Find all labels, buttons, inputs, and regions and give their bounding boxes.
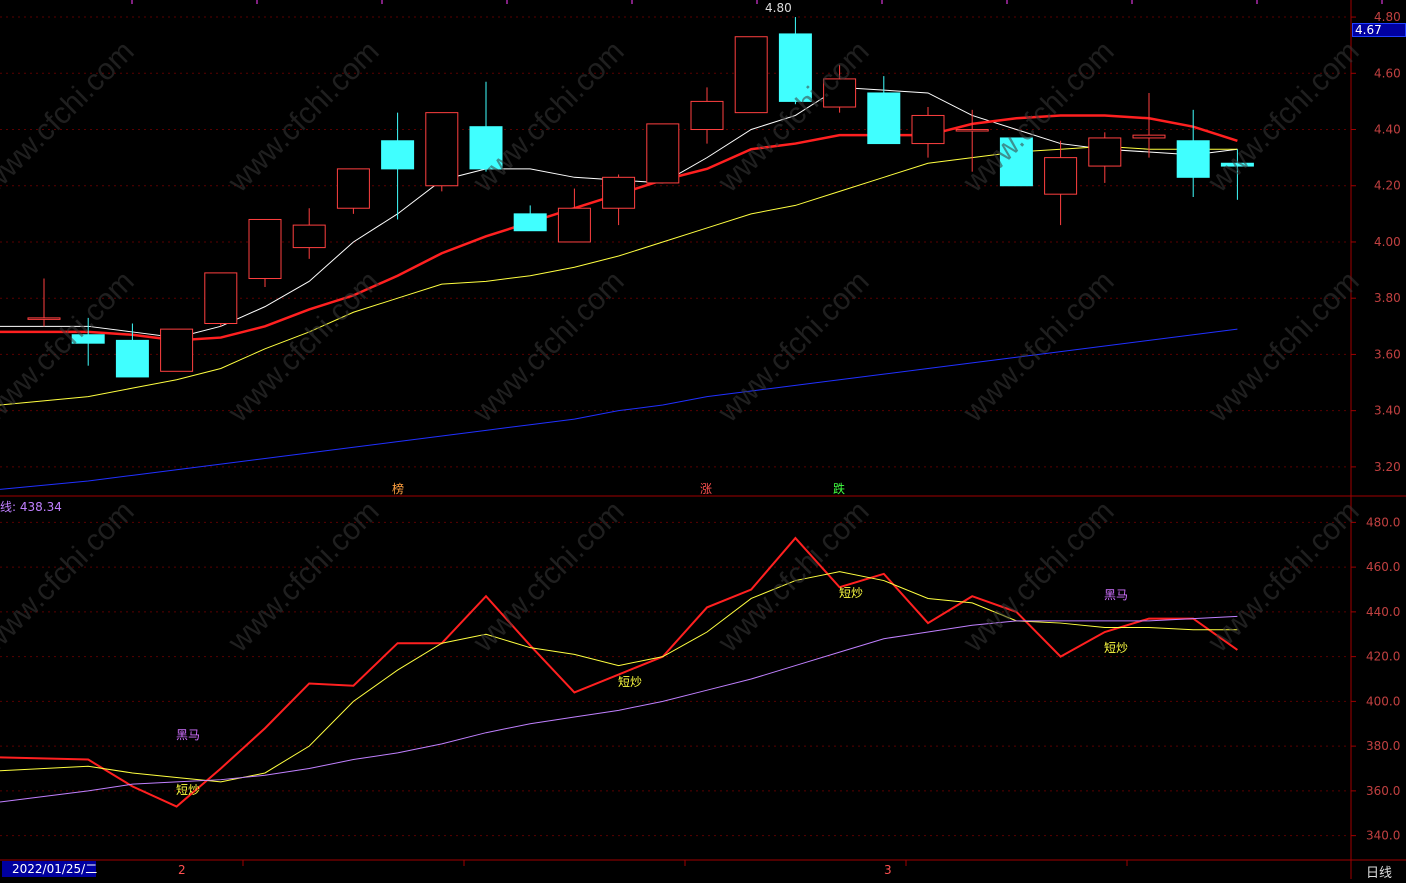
candle-body: [1220, 162, 1254, 167]
chart-canvas: www.cfchi.com www.cfchi.com www.cfchi.com w…: [0, 0, 1406, 881]
y-tick-label: 480.0: [1366, 515, 1400, 529]
y-tick-label: 340.0: [1366, 829, 1400, 843]
y-tick-label: 3.40: [1374, 404, 1401, 418]
candle-body: [823, 78, 857, 108]
candle-body: [513, 213, 547, 232]
indicator-line-2: [0, 615, 1238, 803]
candle-body: [248, 218, 282, 280]
y-tick-label: 420.0: [1366, 650, 1400, 664]
candle-body: [71, 334, 105, 344]
last-price-tag: 4.67: [1352, 23, 1406, 37]
y-tick-label: 3.80: [1374, 291, 1401, 305]
y-tick-label: 360.0: [1366, 784, 1400, 798]
candle-body: [425, 112, 459, 187]
candle-body: [1176, 140, 1210, 178]
candle-body: [115, 339, 149, 378]
candle-body: [646, 123, 680, 184]
y-tick-label: 400.0: [1366, 694, 1400, 708]
y-tick-label: 440.0: [1366, 605, 1400, 619]
candle-body: [690, 100, 724, 131]
marker-bang: 榜: [392, 482, 405, 496]
y-tick-label: 4.20: [1374, 179, 1401, 193]
date-label: 2022/01/25/二: [2, 861, 97, 877]
chart-svg: 4.80 4.60 4.40 4.20 4.00 3.80 3.60 3.40 3.20 480.…: [0, 0, 1406, 879]
high-price-label: 4.80: [765, 1, 792, 15]
signal-duanchao-2: 短炒: [618, 675, 643, 689]
candle-body: [1088, 137, 1122, 167]
y-tick-label: 380.0: [1366, 739, 1400, 753]
candle-body: [381, 140, 415, 170]
candle-body: [955, 129, 989, 132]
y-tick-label: 4.60: [1374, 66, 1401, 80]
ma-line-1: [0, 114, 1238, 342]
candle-body: [911, 114, 945, 145]
month-mark-feb: 2: [178, 863, 186, 877]
signal-heima-1: 黑马: [176, 728, 201, 742]
signal-heima-2: 黑马: [1104, 588, 1129, 602]
y-tick-label: 4.00: [1374, 235, 1401, 249]
y-tick-label: 3.20: [1374, 460, 1401, 474]
y-tick-label: 4.40: [1374, 123, 1401, 137]
candle-body: [1132, 134, 1166, 139]
candle-body: [999, 137, 1033, 187]
candle-body: [27, 317, 61, 320]
candle-body: [160, 328, 194, 372]
candle-body: [204, 272, 238, 325]
signal-duanchao-3: 短炒: [839, 586, 864, 600]
candle-body: [469, 126, 503, 170]
signal-duanchao-1: 短炒: [176, 783, 201, 797]
period-tab[interactable]: 日线: [1366, 862, 1392, 881]
candle-body: [778, 33, 812, 102]
candle-body: [1044, 157, 1078, 195]
candle-body: [867, 92, 901, 145]
y-tick-label: 3.60: [1374, 347, 1401, 361]
signal-duanchao-4: 短炒: [1104, 641, 1129, 655]
marker-zhang: 涨: [700, 482, 713, 496]
candle-body: [602, 176, 636, 209]
marker-die: 跌: [833, 482, 846, 496]
indicator-title: 线: 438.34: [0, 500, 62, 514]
candle-body: [557, 207, 591, 243]
candle-body: [734, 36, 768, 114]
candle-body: [292, 224, 326, 249]
y-tick-label: 460.0: [1366, 560, 1400, 574]
y-tick-label: 4.80: [1374, 10, 1401, 24]
month-mark-mar: 3: [884, 863, 892, 877]
candle-body: [336, 168, 370, 209]
